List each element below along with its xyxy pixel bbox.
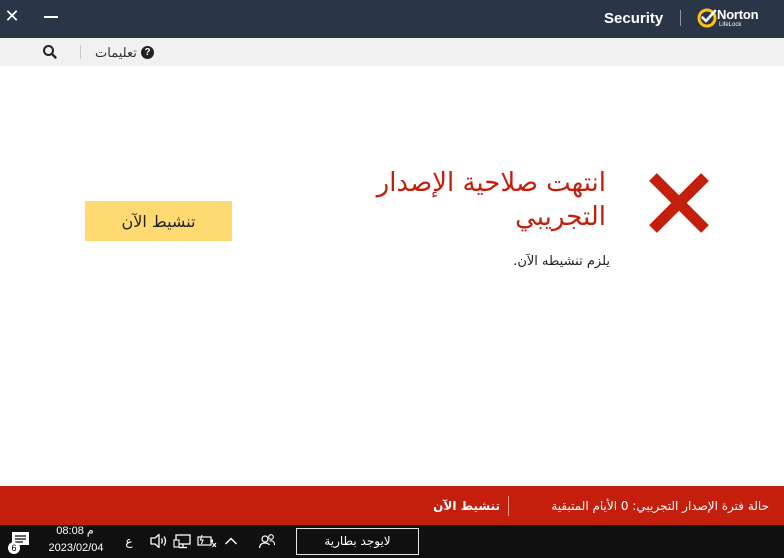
activate-now-link[interactable]: تنشيط الآن: [430, 496, 500, 516]
volume-icon: [150, 533, 167, 549]
search-icon: [43, 45, 57, 59]
activate-now-button[interactable]: تنشيط الآن: [85, 201, 232, 241]
battery-button[interactable]: [197, 531, 217, 551]
page-title: انتهت صلاحية الإصدار التجريبي: [376, 168, 606, 232]
norton-logo: Norton LifeLock: [697, 7, 769, 31]
toolbar-divider: [80, 45, 81, 59]
input-language-indicator[interactable]: ع: [122, 533, 136, 549]
title-bar: [0, 0, 784, 38]
logo-name: Norton: [717, 7, 759, 22]
chevron-up-icon: [225, 537, 237, 545]
people-icon: [258, 534, 276, 549]
minimize-icon[interactable]: [41, 7, 61, 27]
people-button[interactable]: [257, 531, 277, 551]
help-link[interactable]: تعليمات ?: [95, 44, 157, 62]
norton-check-icon: [697, 8, 717, 28]
battery-icon: [197, 534, 217, 548]
volume-button[interactable]: [149, 531, 169, 551]
notification-count-badge: 6: [8, 542, 20, 554]
notification-center-button[interactable]: 6: [8, 530, 32, 554]
trial-status-text: حالة فترة الإصدار التجريبي: 0 الأيام الم…: [551, 499, 769, 513]
battery-status-tooltip: لايوجد بطارية: [296, 528, 419, 555]
network-button[interactable]: [173, 531, 193, 551]
activation-message: يلزم تنشيطه الآن.: [513, 254, 610, 269]
help-icon: ?: [141, 46, 154, 59]
close-icon[interactable]: ✕: [4, 7, 20, 27]
network-icon: [173, 534, 191, 549]
logo-subtitle: LifeLock: [719, 22, 742, 28]
title-divider: [680, 10, 681, 26]
search-button[interactable]: [40, 43, 60, 61]
status-divider: [508, 496, 509, 516]
help-label: تعليمات: [95, 45, 137, 60]
show-hidden-icons-button[interactable]: [221, 531, 241, 551]
product-title: Security: [604, 10, 664, 27]
error-x-icon: [649, 173, 709, 233]
clock-time[interactable]: 08:08 م: [50, 524, 100, 538]
clock-date[interactable]: 2023/02/04: [44, 541, 108, 555]
